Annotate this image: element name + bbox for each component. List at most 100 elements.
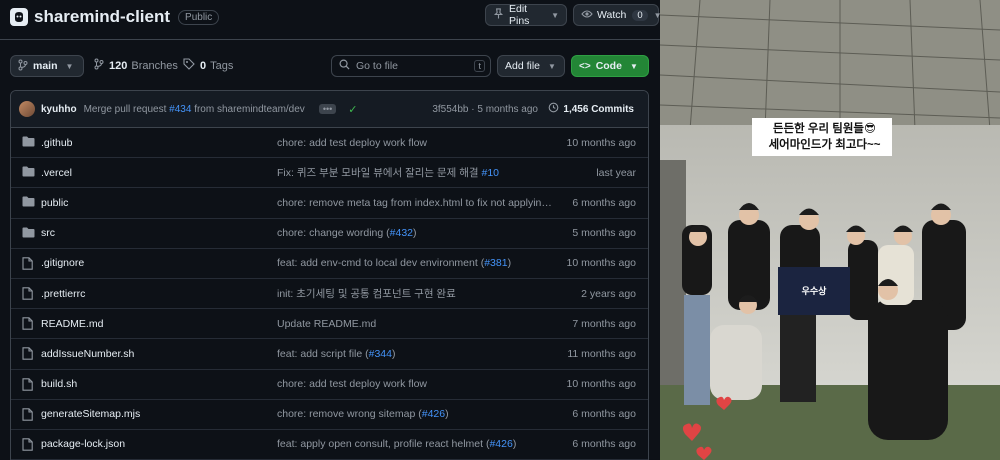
commit-pr-link[interactable]: #434 (169, 104, 191, 115)
commit-message[interactable]: chore: add test deploy work flow (277, 137, 553, 149)
file-name-link[interactable]: .prettierrc (41, 288, 85, 300)
file-name-link[interactable]: .vercel (41, 167, 72, 179)
file-name-link[interactable]: build.sh (41, 378, 77, 390)
table-row[interactable]: .gitignore feat: add env-cmd to local dev… (11, 249, 648, 279)
commit-message-text[interactable]: chore: change wording ( (277, 227, 390, 239)
code-button[interactable]: <> Code ▼ (571, 55, 649, 77)
history-icon (548, 102, 559, 116)
latest-commit-bar: kyuhho Merge pull request #434 from shar… (11, 91, 648, 128)
avatar[interactable] (19, 101, 35, 117)
commits-count: 1,456 Commits (563, 103, 634, 115)
file-name-link[interactable]: README.md (41, 318, 103, 330)
award-sign-text: 우수상 (801, 286, 827, 296)
file-name-link[interactable]: package-lock.json (41, 438, 125, 450)
edit-pins-button[interactable]: Edit Pins ▼ (485, 3, 567, 27)
branches-link[interactable]: 120 Branches (94, 55, 178, 77)
commit-message[interactable]: chore: add test deploy work flow (277, 378, 553, 390)
table-row[interactable]: build.sh chore: add test deploy work flow… (11, 370, 648, 400)
commit-message[interactable]: chore: remove meta tag from index.html t… (277, 197, 553, 209)
file-icon (22, 287, 33, 303)
github-repo-panel: sharemind-client Public Edit Pins ▼ Watc… (0, 0, 660, 460)
table-row[interactable]: public chore: remove meta tag from index.… (11, 188, 648, 219)
shortcut-key: t (474, 60, 485, 72)
commit-time: 6 months ago (572, 196, 636, 209)
pr-link[interactable]: #426 (489, 438, 512, 450)
add-file-button[interactable]: Add file ▼ (497, 55, 565, 77)
file-name-link[interactable]: public (41, 197, 68, 209)
commit-message-text[interactable]: Fix: 퀴즈 부분 모바일 뷰에서 잘리는 문제 해결 (277, 167, 481, 179)
photo-caption: 든든한 우리 팀원들😎 세어마인드가 최고다~~ (757, 121, 892, 153)
table-row[interactable]: addIssueNumber.sh feat: add script file (… (11, 339, 648, 370)
watch-label: Watch (597, 9, 627, 21)
commit-message-suffix[interactable]: from sharemindteam/dev (191, 104, 305, 115)
commit-message-text[interactable]: feat: apply open consult, profile react … (277, 438, 489, 450)
commits-link[interactable]: 1,456 Commits (548, 102, 634, 116)
commit-message-text[interactable]: feat: add env-cmd to local dev environme… (277, 257, 484, 269)
table-row[interactable]: src chore: change wording (#432) 5 months … (11, 219, 648, 249)
commit-message[interactable]: chore: change wording (#432) (277, 227, 553, 239)
folder-icon (22, 227, 35, 241)
file-name-link[interactable]: generateSitemap.mjs (41, 408, 140, 420)
commit-message-text[interactable]: init: 초기세팅 및 공통 컴포넌트 구현 완료 (277, 288, 456, 300)
commit-message-text[interactable]: chore: remove wrong sitemap ( (277, 408, 422, 420)
commit-message[interactable]: Update README.md (277, 318, 553, 330)
pr-link[interactable]: #432 (390, 227, 413, 239)
repo-header: sharemind-client Public (10, 4, 220, 30)
commit-time: 10 months ago (566, 257, 636, 270)
go-to-file-input[interactable]: Go to file t (331, 55, 491, 77)
table-row[interactable]: package-lock.json feat: apply open consul… (11, 430, 648, 460)
check-icon[interactable]: ✓ (348, 103, 357, 116)
commit-time: 11 months ago (567, 347, 636, 360)
repo-owner-avatar-icon[interactable] (10, 8, 28, 26)
commit-message[interactable]: chore: remove wrong sitemap (#426) (277, 408, 553, 420)
commit-message-text[interactable]: chore: remove meta tag from index.html t… (277, 197, 553, 209)
tags-link[interactable]: 0 Tags (183, 55, 233, 77)
commit-message[interactable]: feat: add script file (#344) (277, 348, 553, 360)
repo-name[interactable]: sharemind-client (34, 7, 170, 27)
commit-message[interactable]: feat: add env-cmd to local dev environme… (277, 257, 553, 269)
team-photo-image (660, 0, 1000, 460)
commit-time: 5 months ago (477, 103, 538, 115)
table-row[interactable]: generateSitemap.mjs chore: remove wrong s… (11, 400, 648, 430)
commit-message-text[interactable]: Update README.md (277, 318, 376, 330)
commit-message[interactable]: Fix: 퀴즈 부분 모바일 뷰에서 잘리는 문제 해결 #10 (277, 165, 553, 180)
commit-message-text[interactable]: chore: add test deploy work flow (277, 378, 427, 390)
commit-ellipsis-button[interactable]: ••• (318, 104, 337, 114)
search-placeholder: Go to file (356, 60, 399, 72)
chevron-down-icon: ▼ (629, 61, 638, 71)
commit-time: 10 months ago (566, 136, 636, 149)
commit-message-text[interactable]: feat: add script file ( (277, 348, 369, 360)
file-name-link[interactable]: src (41, 227, 55, 239)
file-list: .github chore: add test deploy work flow 1… (11, 128, 648, 460)
commit-time: 6 months ago (572, 408, 636, 421)
watch-button[interactable]: Watch 0 ▼ (573, 4, 660, 26)
pr-link[interactable]: #344 (369, 348, 392, 360)
commit-sha[interactable]: 3f554bb (432, 104, 468, 115)
pr-link[interactable]: #426 (422, 408, 445, 420)
commit-time: 7 months ago (572, 317, 636, 330)
table-row[interactable]: .vercel Fix: 퀴즈 부분 모바일 뷰에서 잘리는 문제 해결 #10 l… (11, 158, 648, 189)
pin-icon (493, 8, 504, 22)
commit-time: 6 months ago (572, 438, 636, 451)
pr-link[interactable]: #381 (484, 257, 507, 269)
add-file-label: Add file (505, 60, 541, 72)
branch-select[interactable]: main ▼ (10, 55, 84, 77)
pr-link[interactable]: #10 (481, 167, 499, 179)
commit-time: 5 months ago (572, 227, 636, 240)
file-name-link[interactable]: addIssueNumber.sh (41, 348, 134, 360)
commit-message[interactable]: feat: apply open consult, profile react … (277, 438, 553, 450)
commit-message-end: ) (391, 347, 396, 360)
file-name-link[interactable]: .gitignore (41, 257, 84, 269)
commit-message[interactable]: init: 초기세팅 및 공통 컴포넌트 구현 완료 (277, 286, 553, 301)
edit-pins-label: Edit Pins (509, 3, 530, 27)
table-row[interactable]: README.md Update README.md 7 months ago (11, 309, 648, 340)
commit-message-prefix[interactable]: Merge pull request (84, 104, 170, 115)
table-row[interactable]: .github chore: add test deploy work flow 1… (11, 128, 648, 159)
commit-message-text[interactable]: chore: add test deploy work flow (277, 137, 427, 149)
table-row[interactable]: .prettierrc init: 초기세팅 및 공통 컴포넌트 구현 완료 2 y… (11, 279, 648, 310)
caption-line-2: 세어마인드가 최고다~~ (768, 139, 881, 151)
file-icon (22, 257, 33, 273)
file-name-link[interactable]: .github (41, 137, 73, 149)
commit-author[interactable]: kyuhho (41, 104, 77, 115)
branch-name: main (33, 60, 58, 72)
